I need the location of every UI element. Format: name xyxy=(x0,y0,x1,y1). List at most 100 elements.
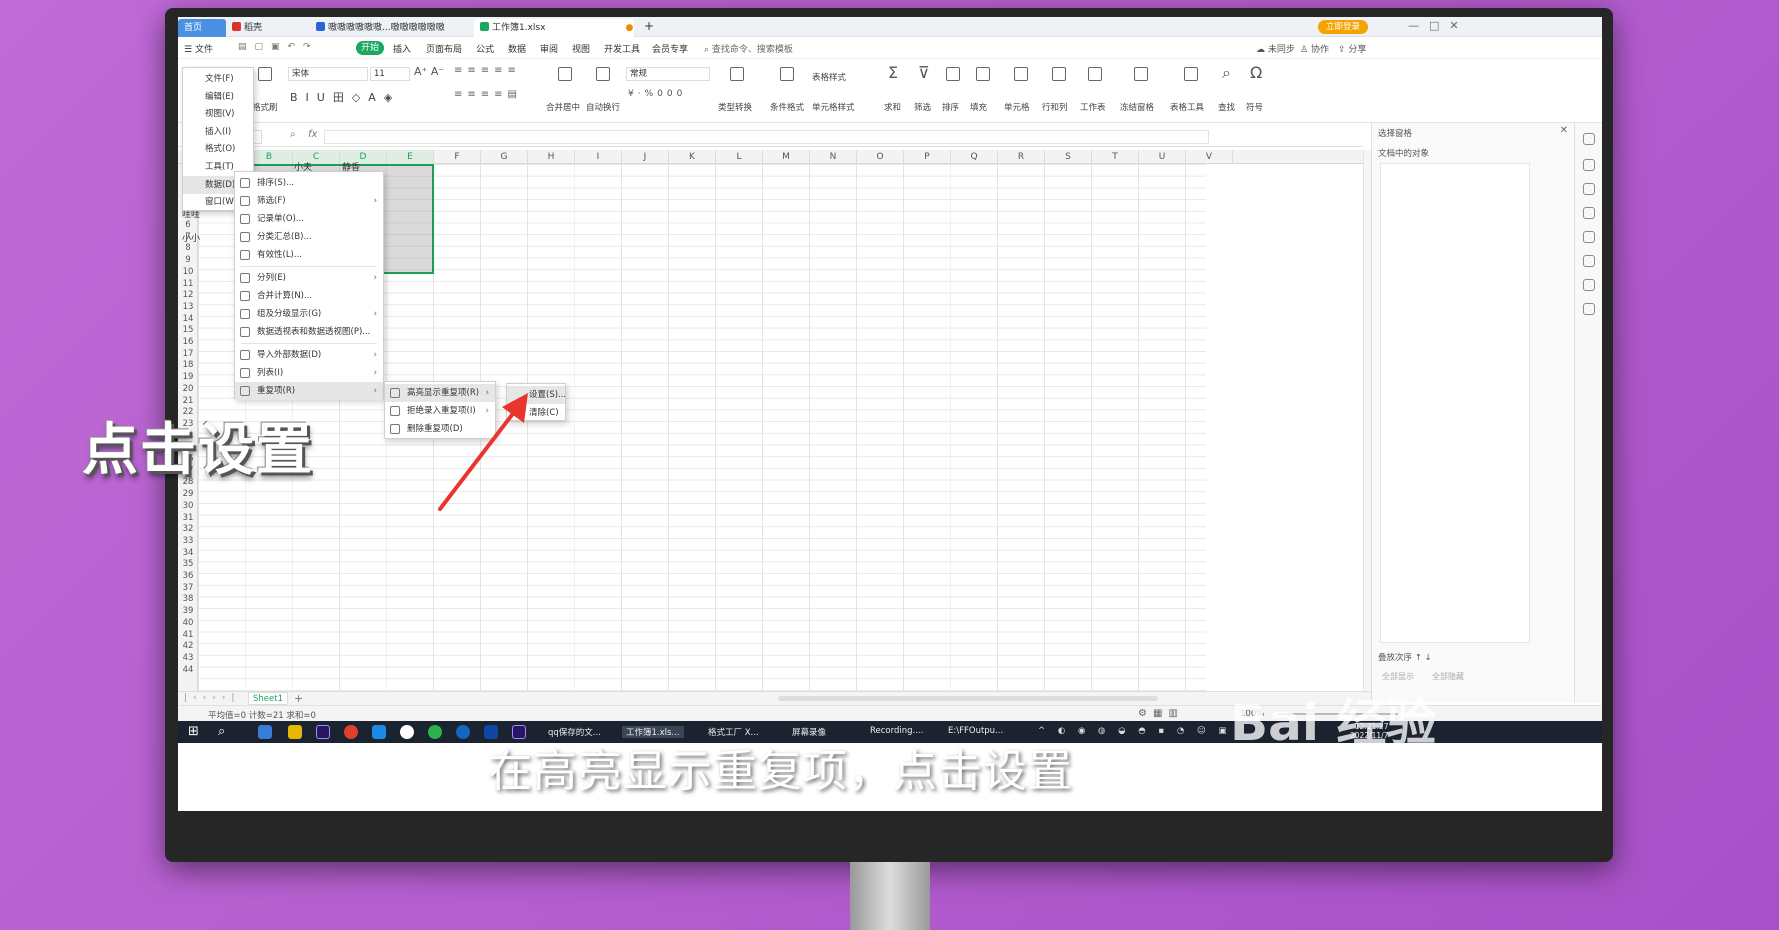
collab-button[interactable]: ♙ 协作 xyxy=(1300,42,1329,55)
row-header[interactable]: 40 xyxy=(178,618,198,630)
column-header[interactable]: U xyxy=(1139,150,1186,164)
data-menu-item-4[interactable]: 有效性(L)... xyxy=(235,246,383,264)
login-button[interactable]: 立即登录 xyxy=(1318,20,1368,34)
window-controls[interactable]: —□✕ xyxy=(1408,19,1469,32)
align-buttons[interactable]: ≡≡≡≡≡ xyxy=(454,65,521,76)
data-menu-item-2[interactable]: 记录单(O)... xyxy=(235,210,383,228)
wrap-text-icon[interactable] xyxy=(596,67,610,81)
formula-input[interactable] xyxy=(324,130,1209,144)
new-tab-icon[interactable]: + xyxy=(644,19,654,33)
row-header[interactable]: 32 xyxy=(178,524,198,536)
taskbar-search-icon[interactable]: ⌕ xyxy=(218,724,225,739)
column-header[interactable]: N xyxy=(810,150,857,164)
book-icon[interactable] xyxy=(1583,303,1595,315)
location-icon[interactable] xyxy=(1583,279,1595,291)
column-header[interactable]: S xyxy=(1045,150,1092,164)
number-format-buttons[interactable]: ¥·%000 xyxy=(628,89,686,99)
type-convert-icon[interactable] xyxy=(730,67,744,81)
row-header[interactable]: 37 xyxy=(178,583,198,595)
row-header[interactable]: 8 xyxy=(178,243,198,255)
row-header[interactable]: 18 xyxy=(178,360,198,372)
command-search[interactable]: ⌕ 查找命令、搜索模板 xyxy=(704,42,793,55)
classic-menu-item-0[interactable]: 文件(F) xyxy=(183,70,253,88)
data-menu-item-5[interactable]: 分列(E) › xyxy=(235,269,383,287)
row-header[interactable]: 20 xyxy=(178,384,198,396)
windows-start-icon[interactable]: ⊞ xyxy=(188,724,199,739)
wechat-icon[interactable] xyxy=(428,725,442,739)
tab-docer[interactable]: 稻壳 xyxy=(226,19,306,37)
tab-developer[interactable]: 开发工具 xyxy=(604,42,640,55)
fill-icon[interactable] xyxy=(976,67,990,81)
row-header[interactable]: 38 xyxy=(178,594,198,606)
symbol-icon[interactable]: Ω xyxy=(1250,63,1262,82)
show-all-button[interactable]: 全部显示 xyxy=(1382,671,1414,682)
data-menu-item-1[interactable]: 筛选(F) › xyxy=(235,192,383,210)
tab-member[interactable]: 会员专享 xyxy=(652,42,688,55)
column-header[interactable]: Q xyxy=(951,150,998,164)
worksheet-icon[interactable] xyxy=(1088,67,1102,81)
data-menu-item-0[interactable]: 排序(S)... xyxy=(235,174,383,192)
classic-menu-item-3[interactable]: 插入(I) xyxy=(183,123,253,141)
column-header[interactable]: R xyxy=(998,150,1045,164)
menu-file[interactable]: ☰ 文件 xyxy=(184,42,213,55)
row-header[interactable]: 16 xyxy=(178,337,198,349)
fx-icon[interactable]: fx xyxy=(308,129,317,140)
column-header[interactable]: T xyxy=(1092,150,1139,164)
row-header[interactable]: 9 xyxy=(178,255,198,267)
qq-browser-icon[interactable] xyxy=(372,725,386,739)
row-header[interactable]: 10 xyxy=(178,267,198,279)
cursor-icon[interactable] xyxy=(1583,159,1595,171)
add-sheet-icon[interactable]: + xyxy=(294,692,303,705)
help-icon[interactable] xyxy=(1583,231,1595,243)
view-mode-icons[interactable]: ⚙▦▥ xyxy=(1138,708,1184,719)
column-header[interactable]: H xyxy=(528,150,575,164)
tab-insert[interactable]: 插入 xyxy=(393,42,411,55)
row-header[interactable]: 36 xyxy=(178,571,198,583)
vertical-scrollbar[interactable] xyxy=(1363,150,1371,691)
qq-icon[interactable] xyxy=(400,725,414,739)
freeze-pane-icon[interactable] xyxy=(1134,67,1148,81)
object-list[interactable] xyxy=(1380,163,1530,643)
row-header[interactable]: 44 xyxy=(178,665,198,677)
data-menu-item-8[interactable]: 数据透视表和数据透视图(P)... xyxy=(235,323,383,341)
cell-b8[interactable]: 小小 xyxy=(182,231,200,244)
column-header[interactable]: G xyxy=(481,150,528,164)
row-header[interactable]: 30 xyxy=(178,501,198,513)
row-header[interactable]: 43 xyxy=(178,653,198,665)
font-name-select[interactable]: 宋体 xyxy=(288,67,368,81)
font-size-select[interactable]: 11 xyxy=(370,67,410,81)
row-header[interactable]: 6 xyxy=(178,220,198,232)
data-menu-item-6[interactable]: 合并计算(N)... xyxy=(235,287,383,305)
tab-formula[interactable]: 公式 xyxy=(476,42,494,55)
tab-data[interactable]: 数据 xyxy=(508,42,526,55)
row-header[interactable]: 19 xyxy=(178,372,198,384)
column-header[interactable]: M xyxy=(763,150,810,164)
row-col-icon[interactable] xyxy=(1052,67,1066,81)
row-header[interactable]: 33 xyxy=(178,536,198,548)
row-header[interactable]: 35 xyxy=(178,559,198,571)
find-icon[interactable]: ⌕ xyxy=(1222,63,1231,83)
sum-icon[interactable]: Σ xyxy=(888,63,898,82)
close-icon[interactable]: ✕ xyxy=(1560,125,1568,136)
data-menu-item-11[interactable]: 重复项(R) › xyxy=(235,382,383,400)
font-style-buttons[interactable]: BIU田◇A◈ xyxy=(290,89,400,105)
row-header[interactable]: 34 xyxy=(178,548,198,560)
premiere-icon[interactable] xyxy=(316,725,330,739)
column-header[interactable]: K xyxy=(669,150,716,164)
horizontal-scrollbar[interactable] xyxy=(778,696,1158,701)
column-header[interactable]: I xyxy=(575,150,622,164)
row-header[interactable]: 39 xyxy=(178,606,198,618)
format-painter-icon[interactable] xyxy=(258,67,272,81)
data-menu-item-3[interactable]: 分类汇总(B)... xyxy=(235,228,383,246)
image-icon[interactable] xyxy=(1583,255,1595,267)
table-style-label[interactable]: 表格样式 xyxy=(812,71,846,83)
row-header[interactable]: 11 xyxy=(178,279,198,291)
font-grow-shrink[interactable]: A⁺ A⁻ xyxy=(414,65,444,78)
merge-center-icon[interactable] xyxy=(558,67,572,81)
column-header[interactable]: F xyxy=(434,150,481,164)
cell-icon[interactable] xyxy=(1014,67,1028,81)
data-menu-item-10[interactable]: 列表(I) › xyxy=(235,364,383,382)
zoom-formula-icon[interactable]: ⌕ xyxy=(290,129,296,140)
data-menu-item-9[interactable]: 导入外部数据(D) › xyxy=(235,346,383,364)
sheet-nav-arrows[interactable]: |‹‹››| xyxy=(184,693,240,703)
